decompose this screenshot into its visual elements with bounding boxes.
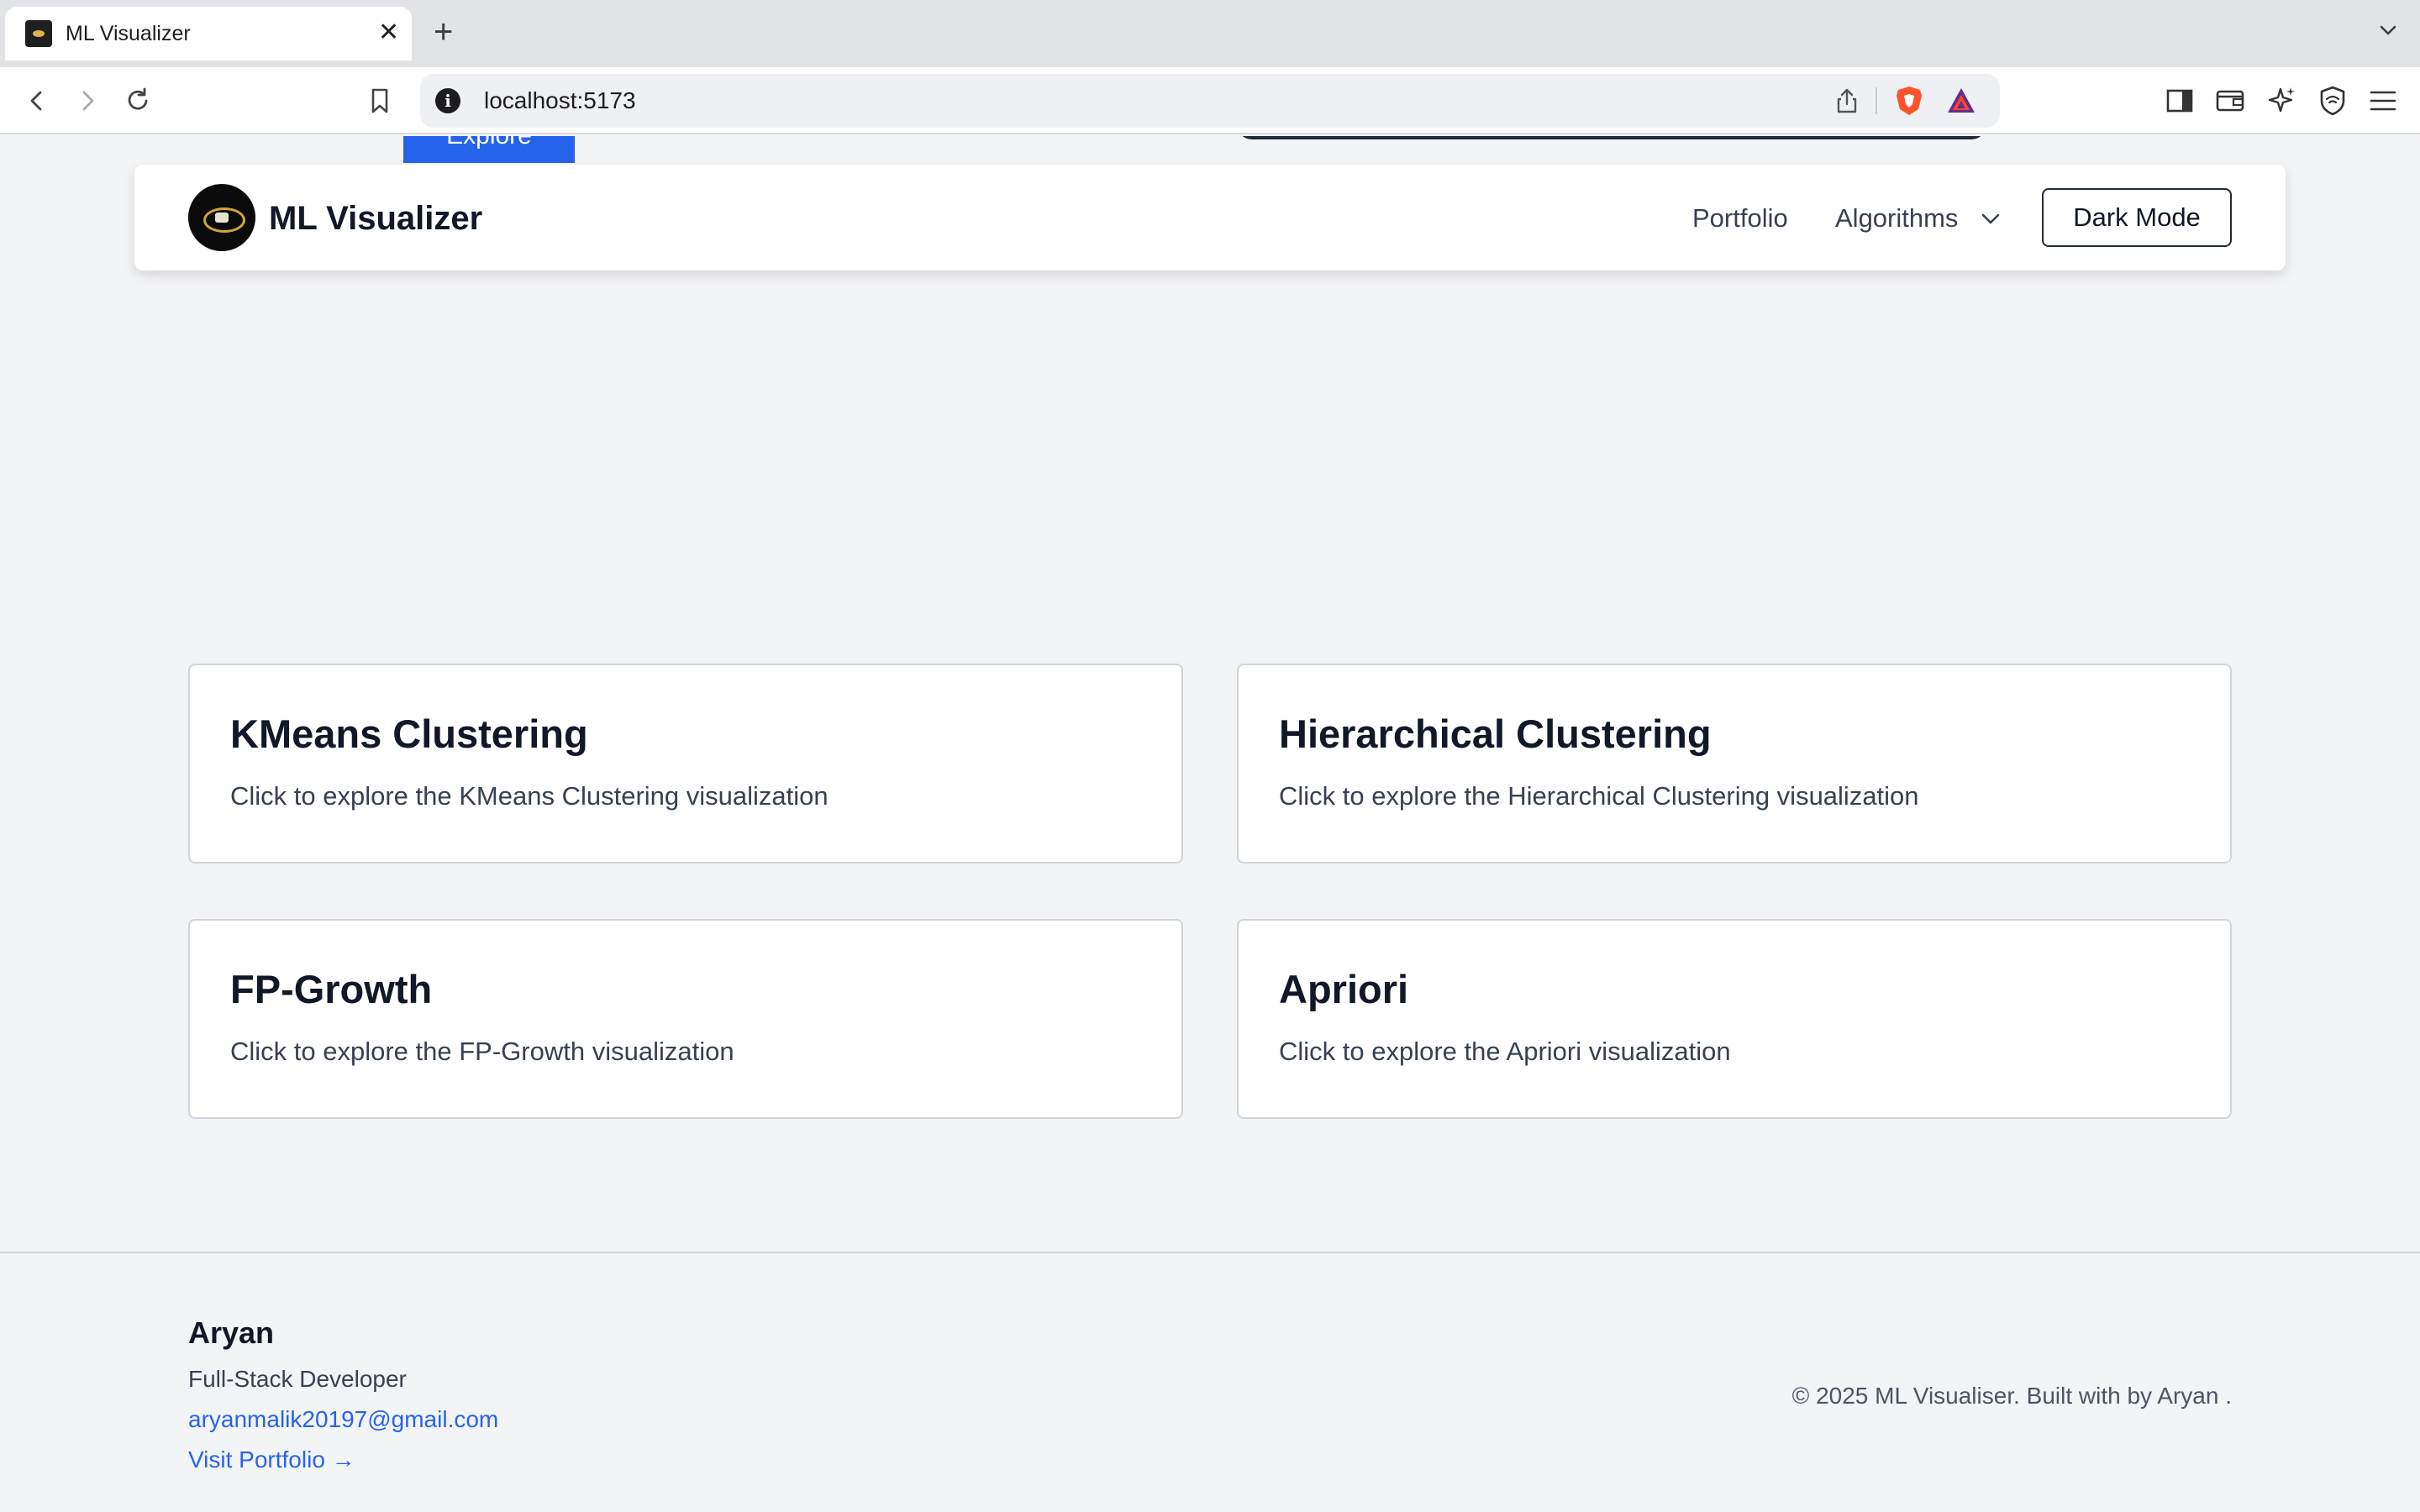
menu-icon[interactable] — [2365, 82, 2402, 119]
forward-button[interactable] — [67, 81, 108, 121]
url-text[interactable]: localhost:5173 — [484, 87, 636, 114]
algorithm-card-fp-growth[interactable]: FP-Growth Click to explore the FP-Growth… — [188, 919, 1183, 1119]
algorithm-card-kmeans[interactable]: KMeans Clustering Click to explore the K… — [188, 664, 1183, 864]
algorithm-card-apriori[interactable]: Apriori Click to explore the Apriori vis… — [1237, 919, 2232, 1119]
hero-image-edge — [1237, 136, 1986, 139]
back-button[interactable] — [17, 81, 57, 121]
brave-rewards-icon[interactable] — [1944, 84, 1978, 118]
card-description: Click to explore the KMeans Clustering v… — [230, 781, 829, 811]
chevron-down-icon[interactable] — [1980, 210, 2002, 227]
top-navbar: ML Visualizer Portfolio Algorithms Dark … — [134, 165, 2286, 270]
forward-icon — [82, 91, 94, 111]
tab-list-chevron-icon[interactable] — [2376, 18, 2400, 42]
bookmark-icon — [371, 88, 388, 113]
footer-author-name: Aryan — [188, 1315, 275, 1350]
card-title: Hierarchical Clustering — [1279, 711, 1712, 756]
new-tab-icon[interactable]: + — [434, 13, 453, 50]
logo-icon[interactable] — [188, 184, 255, 251]
bookmark-button[interactable] — [360, 81, 400, 121]
card-title: FP-Growth — [230, 967, 433, 1011]
brave-shield-icon[interactable] — [1892, 84, 1926, 118]
footer-copyright: © 2025 ML Visualiser. Built with by Arya… — [1791, 1383, 2232, 1409]
dark-mode-button[interactable]: Dark Mode — [2042, 188, 2232, 247]
footer-portfolio-link[interactable]: Visit Portfolio → — [188, 1446, 355, 1473]
browser-tab[interactable]: ML Visualizer ✕ — [5, 7, 412, 60]
footer-author-role: Full-Stack Developer — [188, 1366, 407, 1392]
nav-algorithms-dropdown[interactable]: Algorithms — [1835, 203, 1958, 234]
share-icon[interactable] — [1832, 86, 1862, 116]
page-footer: Aryan Full-Stack Developer aryanmalik201… — [0, 1252, 2420, 1512]
browser-toolbar: i localhost:5173 — [0, 67, 2420, 134]
nav-portfolio-link[interactable]: Portfolio — [1692, 203, 1788, 234]
card-description: Click to explore the FP-Growth visualiza… — [230, 1037, 734, 1066]
reload-icon — [128, 87, 148, 110]
page-viewport: Explore ML Visualizer Portfolio Algorith… — [0, 136, 2420, 1512]
site-info-icon[interactable]: i — [435, 88, 460, 113]
algorithm-card-hierarchical[interactable]: Hierarchical Clustering Click to explore… — [1237, 664, 2232, 864]
brand-title[interactable]: ML Visualizer — [269, 200, 482, 238]
tab-title: ML Visualizer — [66, 22, 191, 45]
favicon-icon — [25, 20, 52, 47]
reload-button[interactable] — [118, 81, 158, 121]
wallet-icon[interactable] — [2212, 82, 2249, 119]
card-title: KMeans Clustering — [230, 711, 588, 756]
divider — [1876, 87, 1877, 114]
card-description: Click to explore the Hierarchical Cluste… — [1279, 781, 1919, 811]
explore-button[interactable]: Explore — [403, 136, 575, 163]
browser-tab-strip: ML Visualizer ✕ + — [0, 0, 2420, 67]
tab-close-icon[interactable]: ✕ — [378, 18, 399, 47]
leo-ai-icon[interactable] — [2264, 82, 2301, 119]
address-bar[interactable]: i localhost:5173 — [420, 74, 2000, 128]
card-title: Apriori — [1279, 967, 1409, 1011]
back-icon — [30, 91, 42, 111]
footer-email-link[interactable]: aryanmalik20197@gmail.com — [188, 1406, 498, 1433]
sidebar-icon[interactable] — [2161, 82, 2198, 119]
vpn-icon[interactable] — [2314, 82, 2351, 119]
card-description: Click to explore the Apriori visualizati… — [1279, 1037, 1731, 1066]
